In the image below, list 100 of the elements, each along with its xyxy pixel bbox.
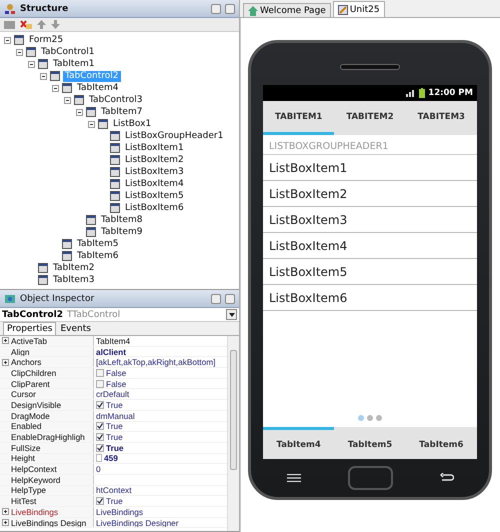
tree-item[interactable]: TabItem1 bbox=[51, 58, 96, 70]
property-name: ActiveTab bbox=[11, 336, 47, 346]
list-item[interactable]: ListBoxItem3 bbox=[263, 207, 477, 233]
property-value[interactable]: crDefault bbox=[96, 389, 130, 400]
checkbox[interactable] bbox=[96, 497, 104, 506]
structure-icon bbox=[4, 2, 16, 14]
collapse-toggle-icon[interactable] bbox=[40, 72, 47, 80]
property-value[interactable]: dmManual bbox=[96, 410, 135, 420]
list-item[interactable]: ListBoxItem4 bbox=[263, 233, 477, 259]
scrollbar[interactable] bbox=[227, 336, 239, 531]
collapse-toggle-icon[interactable] bbox=[64, 96, 71, 104]
tree-item[interactable]: TabItem9 bbox=[99, 226, 144, 238]
object-type: TTabControl bbox=[66, 310, 122, 320]
checkbox[interactable] bbox=[96, 400, 104, 409]
collapse-toggle-icon[interactable] bbox=[76, 108, 83, 116]
property-name: Enabled bbox=[11, 422, 42, 432]
delete-icon[interactable] bbox=[20, 20, 32, 30]
inspector-tab[interactable]: Events bbox=[56, 322, 95, 335]
component-icon bbox=[62, 239, 72, 249]
phone-tab[interactable]: TABITEM3 bbox=[406, 101, 477, 135]
unit-icon bbox=[338, 4, 348, 14]
tree-item[interactable]: Form25 bbox=[27, 34, 66, 46]
menu-icon[interactable] bbox=[286, 474, 300, 482]
collapse-toggle-icon[interactable] bbox=[4, 36, 11, 44]
tree-item[interactable]: TabItem3 bbox=[51, 274, 96, 286]
list-item[interactable]: ListBoxItem2 bbox=[263, 181, 477, 207]
property-value[interactable]: TabItem4 bbox=[96, 336, 130, 346]
phone-tab[interactable]: TABITEM1 bbox=[263, 101, 334, 135]
tree-item[interactable]: TabItem2 bbox=[51, 262, 96, 274]
property-name: FullSize bbox=[11, 442, 41, 453]
tree-item[interactable]: ListBoxItem4 bbox=[123, 178, 186, 190]
inspector-tab[interactable]: Properties bbox=[3, 322, 56, 335]
list-item[interactable]: ListBoxItem6 bbox=[263, 285, 477, 311]
property-value[interactable]: False bbox=[106, 378, 126, 388]
component-icon bbox=[86, 215, 96, 225]
component-icon bbox=[38, 275, 48, 285]
component-icon bbox=[110, 191, 120, 201]
phone-tab[interactable]: TabItem5 bbox=[334, 427, 406, 459]
checkbox[interactable] bbox=[96, 433, 104, 442]
property-value[interactable]: True bbox=[106, 400, 123, 410]
collapse-toggle-icon[interactable] bbox=[16, 48, 23, 56]
tree-item[interactable]: ListBoxItem1 bbox=[123, 142, 186, 154]
collapse-toggle-icon[interactable] bbox=[52, 84, 59, 92]
property-value[interactable]: True bbox=[106, 432, 123, 442]
phone-tab[interactable]: TabItem4 bbox=[263, 427, 334, 459]
property-value[interactable]: 459 bbox=[104, 454, 118, 464]
expand-icon[interactable] bbox=[2, 337, 9, 344]
property-value[interactable]: LiveBindings Designer bbox=[96, 518, 179, 528]
property-name: ClipParent bbox=[11, 378, 50, 388]
expand-icon[interactable] bbox=[2, 508, 9, 516]
tree-item[interactable]: TabControl1 bbox=[39, 46, 96, 58]
collapse-toggle-icon[interactable] bbox=[88, 120, 95, 128]
tree-item[interactable]: ListBox1 bbox=[111, 118, 154, 130]
collapse-toggle-icon[interactable] bbox=[28, 60, 35, 68]
property-name: HitTest bbox=[11, 496, 36, 506]
tree-item[interactable]: ListBoxItem3 bbox=[123, 166, 186, 178]
property-value[interactable]: True bbox=[106, 422, 123, 432]
checkbox[interactable] bbox=[96, 368, 104, 377]
tree-item[interactable]: TabItem6 bbox=[75, 250, 120, 262]
tree-item[interactable]: TabItem7 bbox=[99, 106, 144, 118]
tree-item[interactable]: ListBoxItem2 bbox=[123, 154, 186, 166]
panel-title: Object Inspector bbox=[20, 294, 96, 304]
component-icon bbox=[110, 167, 120, 177]
tree-item[interactable]: TabItem5 bbox=[75, 238, 120, 250]
component-icon bbox=[38, 59, 48, 69]
house-icon bbox=[248, 6, 258, 16]
checkbox[interactable] bbox=[96, 380, 104, 388]
component-icon bbox=[110, 155, 120, 165]
expand-icon[interactable] bbox=[2, 358, 9, 366]
property-value[interactable]: 0 bbox=[96, 464, 101, 474]
back-icon[interactable] bbox=[440, 473, 454, 483]
property-value[interactable]: True bbox=[106, 496, 123, 506]
checkbox[interactable] bbox=[96, 422, 104, 430]
tree-item[interactable]: TabItem8 bbox=[99, 214, 144, 226]
property-name: Cursor bbox=[11, 389, 36, 400]
property-value[interactable]: htContext bbox=[96, 486, 132, 496]
tree-item[interactable]: TabItem4 bbox=[75, 82, 120, 94]
tree-item[interactable]: ListBoxItem5 bbox=[123, 190, 186, 202]
list-item[interactable]: ListBoxItem5 bbox=[263, 259, 477, 285]
editor-tab[interactable]: Unit25 bbox=[332, 1, 385, 17]
property-value[interactable]: True bbox=[106, 442, 124, 453]
property-name: Height bbox=[11, 454, 35, 464]
phone-tab[interactable]: TABITEM2 bbox=[334, 101, 406, 135]
checkbox[interactable] bbox=[96, 444, 104, 452]
component-icon bbox=[38, 263, 48, 273]
list-item[interactable]: ListBoxItem1 bbox=[263, 155, 477, 181]
property-name: LiveBindings Design bbox=[11, 518, 86, 528]
property-value[interactable]: [akLeft,akTop,akRight,akBottom] bbox=[96, 357, 216, 368]
editor-tab[interactable]: Welcome Page bbox=[243, 3, 331, 17]
dropdown-button[interactable] bbox=[226, 309, 237, 320]
signal-icon bbox=[406, 89, 416, 97]
component-icon bbox=[110, 203, 120, 213]
property-value[interactable]: alClient bbox=[96, 346, 126, 356]
tree-item[interactable]: ListBoxItem6 bbox=[123, 202, 186, 214]
expand-icon[interactable] bbox=[2, 519, 9, 526]
tree-item[interactable]: ListBoxGroupHeader1 bbox=[123, 130, 226, 142]
phone-tab[interactable]: TabItem6 bbox=[406, 427, 477, 459]
property-value[interactable]: LiveBindings bbox=[96, 507, 144, 517]
property-value[interactable]: False bbox=[106, 368, 126, 378]
tree-item[interactable]: TabControl3 bbox=[87, 94, 144, 106]
